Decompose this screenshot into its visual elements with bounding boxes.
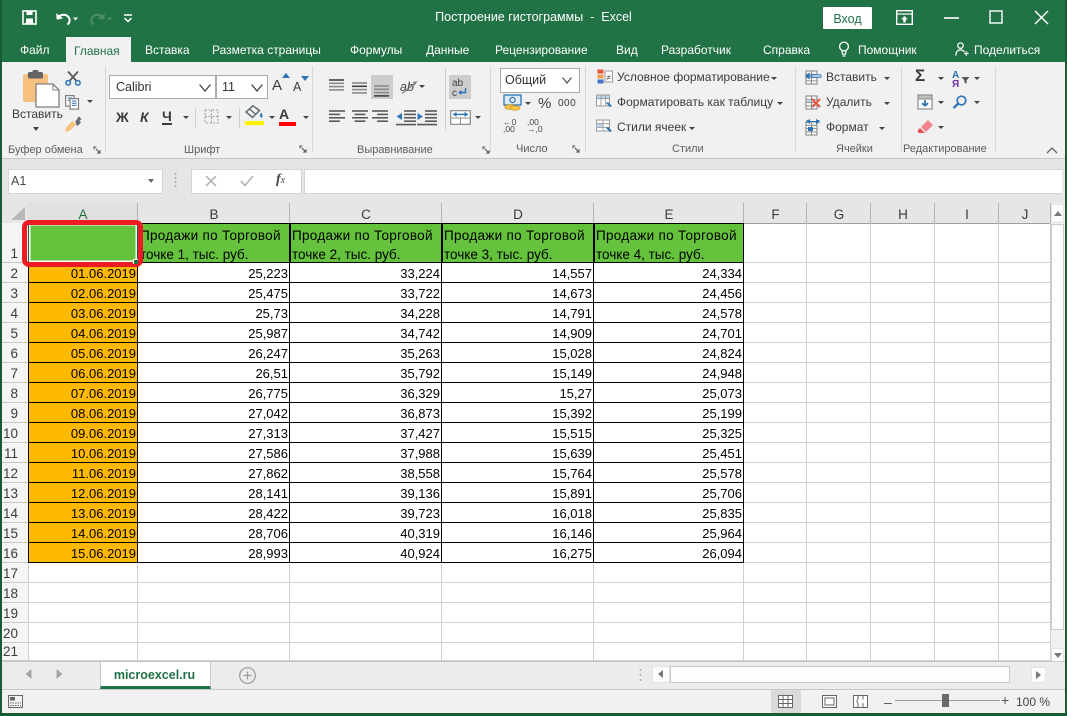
- svg-text:ab: ab: [400, 80, 414, 94]
- svg-text:≠: ≠: [607, 73, 612, 82]
- svg-text:Я: Я: [952, 79, 959, 90]
- svg-text:→,0: →,0: [527, 124, 543, 134]
- svg-text:,00: ,00: [503, 124, 515, 134]
- svg-text:c: c: [452, 88, 457, 99]
